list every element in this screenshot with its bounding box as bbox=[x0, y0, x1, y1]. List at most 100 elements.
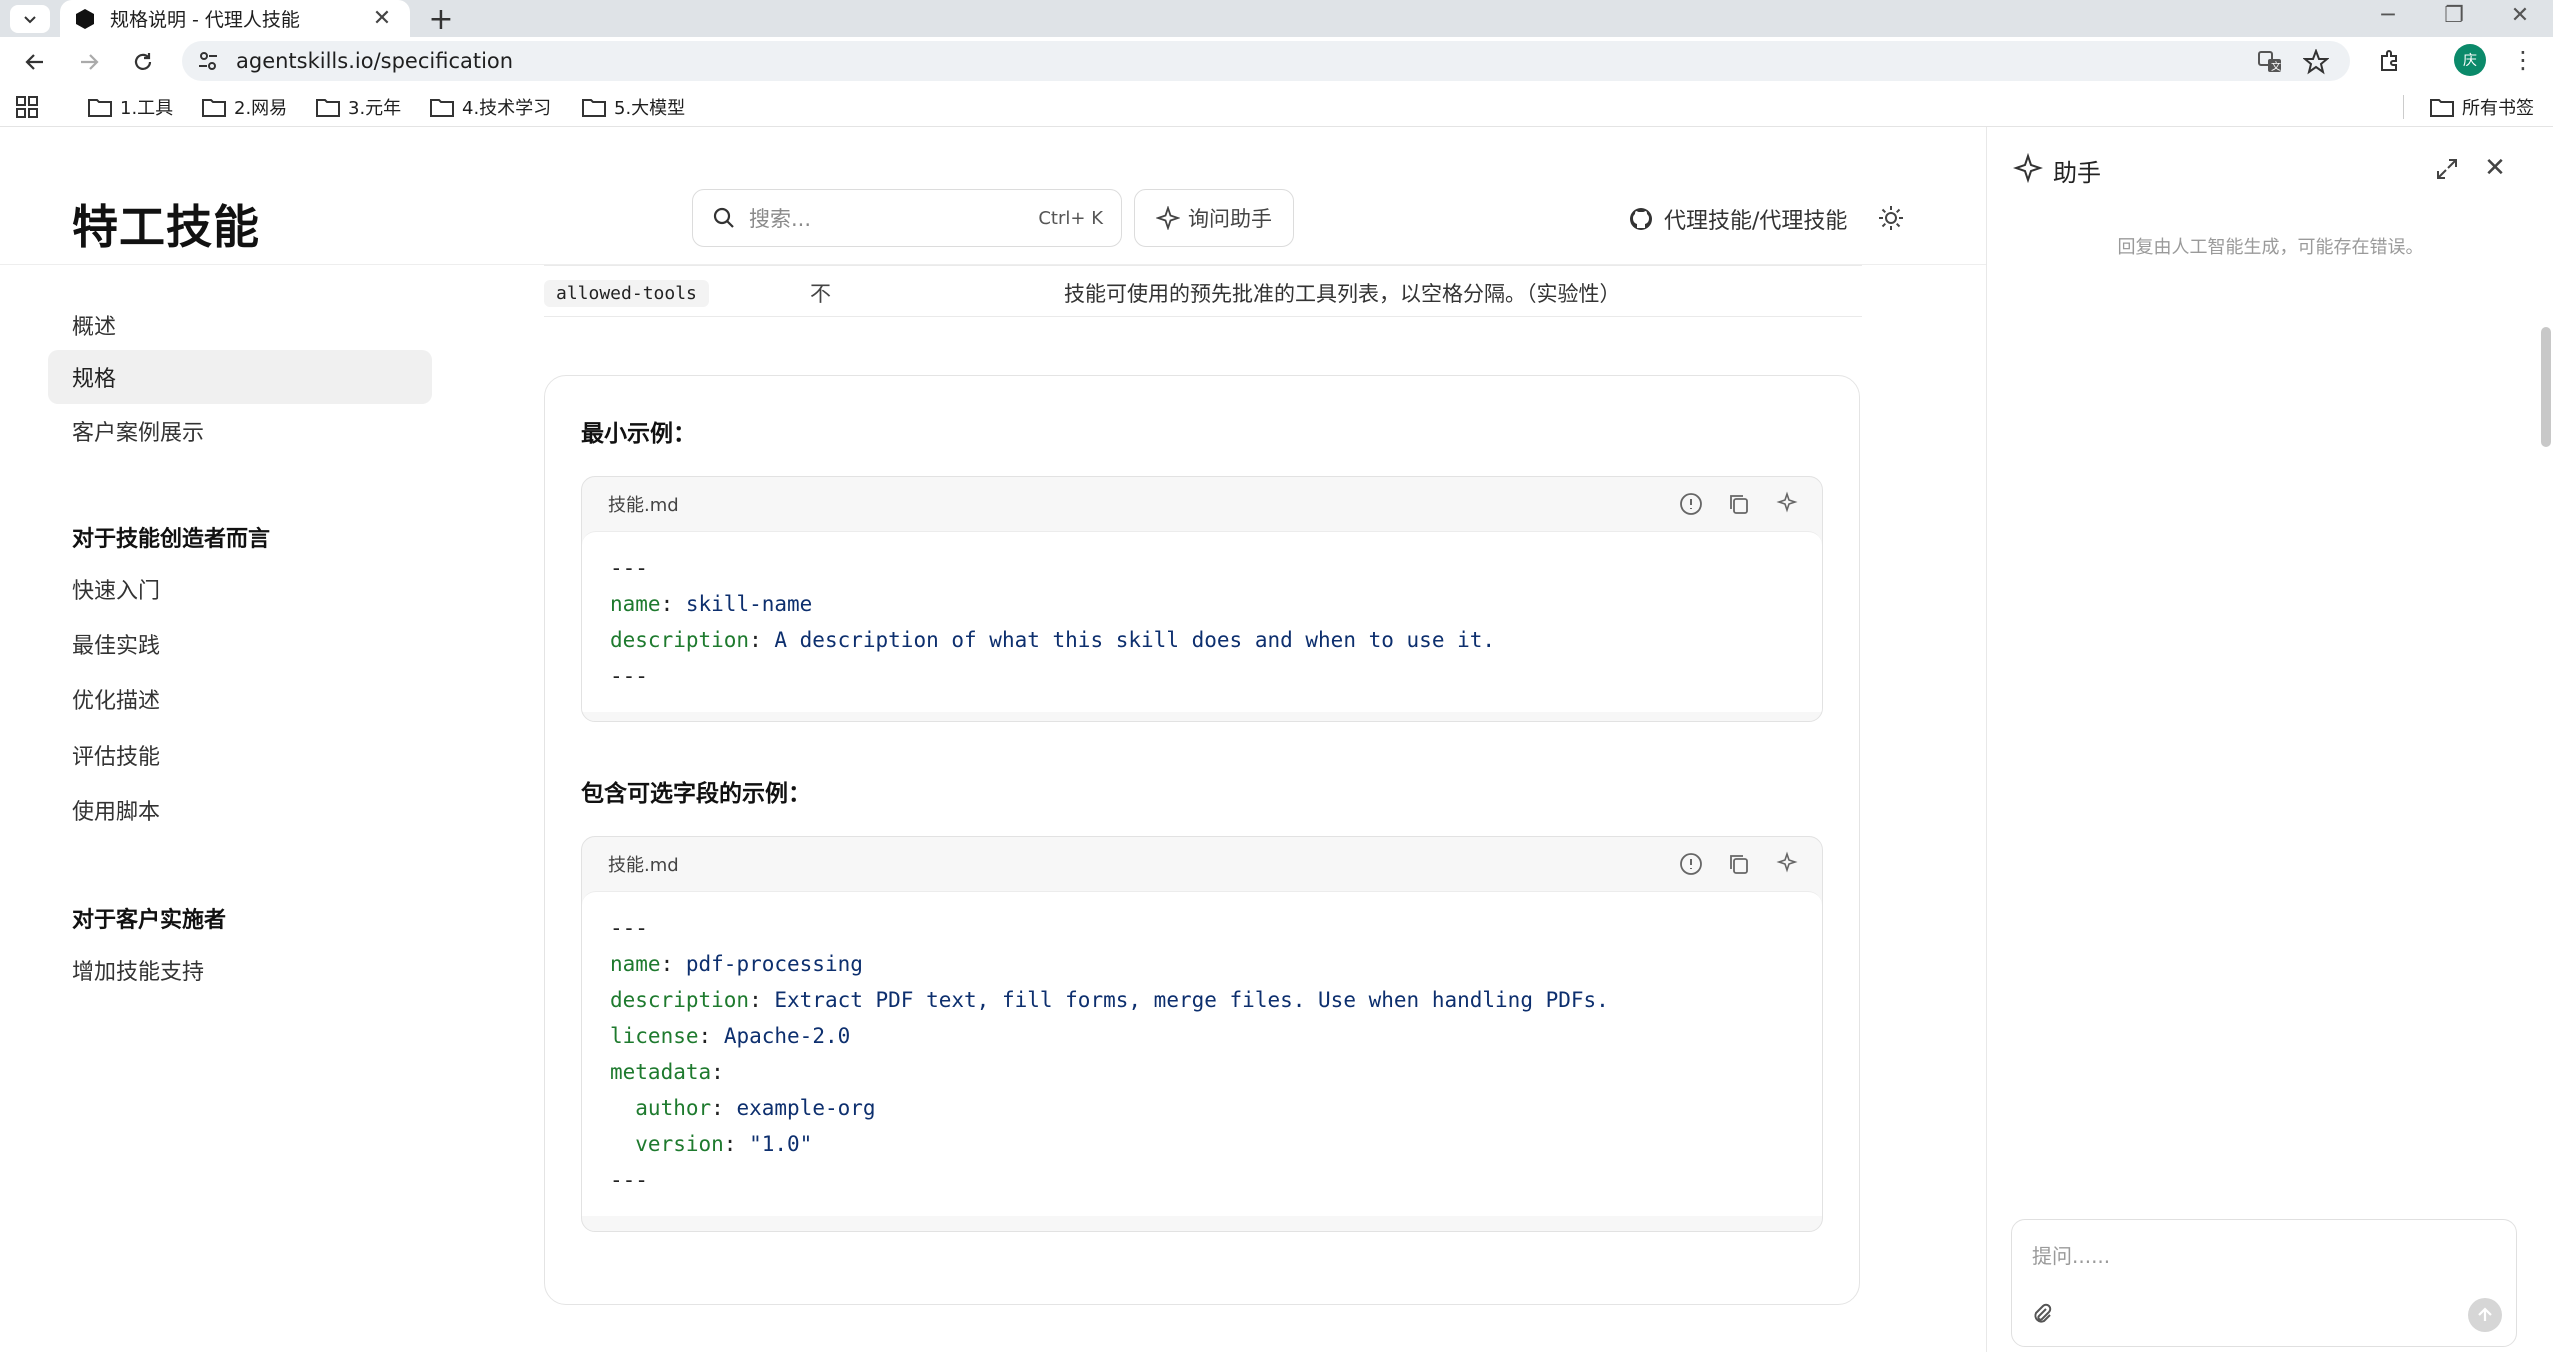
yaml-value: skill-name bbox=[673, 592, 813, 616]
sidebar-item-showcase[interactable]: 客户案例展示 bbox=[48, 404, 432, 458]
code-line: --- bbox=[610, 664, 648, 688]
sidebar-item-best-practices[interactable]: 最佳实践 bbox=[48, 617, 432, 671]
repo-label: 代理技能/代理技能 bbox=[1664, 209, 1848, 234]
bookmark-folder[interactable]: 4.技术学习 bbox=[430, 94, 551, 120]
bookmarks-divider bbox=[2403, 95, 2404, 119]
code-line: description: A description of what this … bbox=[610, 622, 1794, 658]
folder-icon bbox=[582, 99, 606, 117]
minimize-icon[interactable]: ─ bbox=[2358, 3, 2418, 28]
yaml-colon: : bbox=[723, 1132, 737, 1156]
yaml-colon: : bbox=[698, 1024, 712, 1048]
info-icon[interactable] bbox=[1678, 491, 1704, 517]
yaml-value: Extract PDF text, fill forms, merge file… bbox=[761, 988, 1609, 1012]
bookmark-label: 3.元年 bbox=[348, 98, 402, 119]
close-icon[interactable]: ✕ bbox=[2481, 153, 2509, 183]
bookmark-folder[interactable]: 2.网易 bbox=[202, 94, 287, 120]
tab-close-icon[interactable]: ✕ bbox=[368, 6, 396, 31]
sidebar-item-using-scripts[interactable]: 使用脚本 bbox=[48, 783, 432, 837]
ask-ai-icon[interactable] bbox=[1774, 851, 1800, 877]
yaml-colon: : bbox=[749, 628, 762, 652]
attachment-icon[interactable] bbox=[2030, 1302, 2054, 1326]
url-text: agentskills.io/specification bbox=[236, 49, 514, 73]
yaml-key: description bbox=[610, 988, 750, 1012]
browser-menu-icon[interactable]: ⋮ bbox=[2508, 46, 2538, 74]
browser-tab[interactable]: 规格说明 - 代理人技能 ✕ bbox=[60, 0, 410, 37]
example-title: 包含可选字段的示例： bbox=[581, 781, 811, 807]
yaml-value: A description of what this skill does an… bbox=[761, 628, 1496, 652]
search-input[interactable]: 搜索... Ctrl+ K bbox=[692, 189, 1122, 247]
browser-toolbar: agentskills.io/specification 文 庆 ⋮ bbox=[0, 37, 2553, 85]
code-line: name: skill-name bbox=[610, 586, 1794, 622]
site-settings-icon[interactable] bbox=[196, 49, 220, 73]
ask-assistant-label: 询问助手 bbox=[1188, 207, 1272, 231]
sidebar-item-overview[interactable]: 概述 bbox=[48, 298, 432, 352]
new-tab-icon[interactable]: + bbox=[424, 2, 458, 37]
restore-icon[interactable]: ❐ bbox=[2424, 3, 2484, 28]
window-close-icon[interactable]: ✕ bbox=[2490, 3, 2550, 28]
reload-icon[interactable] bbox=[126, 45, 160, 79]
folder-icon bbox=[316, 99, 340, 117]
assistant-panel: 助手 ✕ 回复由人工智能生成，可能存在错误。 提问...... bbox=[1986, 127, 2553, 1352]
bookmark-folder[interactable]: 5.大模型 bbox=[582, 94, 685, 120]
ask-ai-icon[interactable] bbox=[1774, 491, 1800, 517]
bookmark-star-icon[interactable] bbox=[2302, 48, 2330, 76]
code-line: metadata: bbox=[610, 1054, 1794, 1090]
copy-icon[interactable] bbox=[1726, 491, 1752, 517]
bookmark-label: 2.网易 bbox=[234, 98, 288, 119]
bookmarks-bar: 1.工具 2.网易 3.元年 4.技术学习 5.大模型 所有书签 bbox=[0, 85, 2553, 127]
bookmark-label: 4.技术学习 bbox=[462, 98, 552, 119]
folder-icon bbox=[88, 99, 112, 117]
profile-avatar[interactable]: 庆 bbox=[2454, 44, 2486, 76]
sidebar-item-specification[interactable]: 规格 bbox=[48, 350, 432, 404]
yaml-colon: : bbox=[660, 592, 674, 616]
github-repo-link[interactable]: 代理技能/代理技能 bbox=[1628, 203, 1847, 235]
bookmark-folder[interactable]: 3.元年 bbox=[316, 94, 401, 120]
sidebar-item-evaluate-skills[interactable]: 评估技能 bbox=[48, 728, 432, 782]
assistant-input[interactable]: 提问...... bbox=[2011, 1219, 2517, 1347]
yaml-colon: : bbox=[711, 1060, 724, 1084]
yaml-key: version bbox=[610, 1132, 724, 1156]
send-button[interactable] bbox=[2468, 1298, 2502, 1332]
sidebar-section-title: 对于技能创造者而言 bbox=[72, 527, 271, 552]
assistant-disclaimer: 回复由人工智能生成，可能存在错误。 bbox=[2117, 237, 2424, 258]
theme-toggle-icon[interactable] bbox=[1876, 203, 1906, 233]
extensions-icon[interactable] bbox=[2376, 47, 2404, 75]
code-line: name: pdf-processing bbox=[610, 946, 1794, 982]
copy-icon[interactable] bbox=[1726, 851, 1752, 877]
web-page: 特工技能 搜索... Ctrl+ K 询问助手 代理技能/代理技能 概述 规格 … bbox=[0, 127, 2553, 1352]
yaml-colon: : bbox=[749, 988, 762, 1012]
sidebar-item-optimize-descriptions[interactable]: 优化描述 bbox=[48, 672, 432, 726]
ask-assistant-button[interactable]: 询问助手 bbox=[1134, 189, 1294, 247]
yaml-colon: : bbox=[711, 1096, 724, 1120]
forward-icon[interactable] bbox=[72, 45, 106, 79]
code-line: description: Extract PDF text, fill form… bbox=[610, 982, 1794, 1018]
sidebar-item-add-skill-support[interactable]: 增加技能支持 bbox=[48, 943, 432, 997]
code-line: --- bbox=[610, 916, 648, 940]
all-bookmarks-folder[interactable]: 所有书签 bbox=[2430, 94, 2534, 120]
bookmark-label: 1.工具 bbox=[120, 98, 174, 119]
browser-tab-bar: 规格说明 - 代理人技能 ✕ + ─ ❐ ✕ bbox=[0, 0, 2553, 37]
apps-grid-icon[interactable] bbox=[16, 96, 38, 118]
bookmark-folder[interactable]: 1.工具 bbox=[88, 94, 173, 120]
search-icon bbox=[713, 207, 734, 228]
field-description: 技能可使用的预先批准的工具列表，以空格分隔。（实验性） bbox=[1064, 282, 1621, 306]
site-favicon-icon bbox=[76, 8, 94, 29]
info-icon[interactable] bbox=[1678, 851, 1704, 877]
translate-icon[interactable]: 文 bbox=[2256, 48, 2284, 76]
arrow-up-icon bbox=[2478, 1307, 2492, 1321]
site-header: 特工技能 搜索... Ctrl+ K 询问助手 代理技能/代理技能 bbox=[0, 127, 1986, 265]
code-block: 技能.md --- name: skill-name description: A … bbox=[581, 476, 1823, 722]
folder-icon bbox=[2430, 99, 2454, 117]
code-line: --- bbox=[610, 556, 648, 580]
code-block-header: 技能.md bbox=[582, 837, 1822, 891]
address-bar[interactable]: agentskills.io/specification 文 bbox=[182, 41, 2350, 81]
site-logo[interactable]: 特工技能 bbox=[72, 191, 260, 257]
sparkle-icon bbox=[2013, 153, 2043, 183]
yaml-key: name bbox=[610, 592, 661, 616]
sidebar-item-quickstart[interactable]: 快速入门 bbox=[48, 562, 432, 616]
back-icon[interactable] bbox=[18, 45, 52, 79]
tab-search-button[interactable] bbox=[10, 5, 50, 33]
yaml-value: Apache-2.0 bbox=[711, 1024, 851, 1048]
expand-icon[interactable] bbox=[2435, 157, 2459, 181]
scrollbar-thumb[interactable] bbox=[2541, 327, 2551, 447]
